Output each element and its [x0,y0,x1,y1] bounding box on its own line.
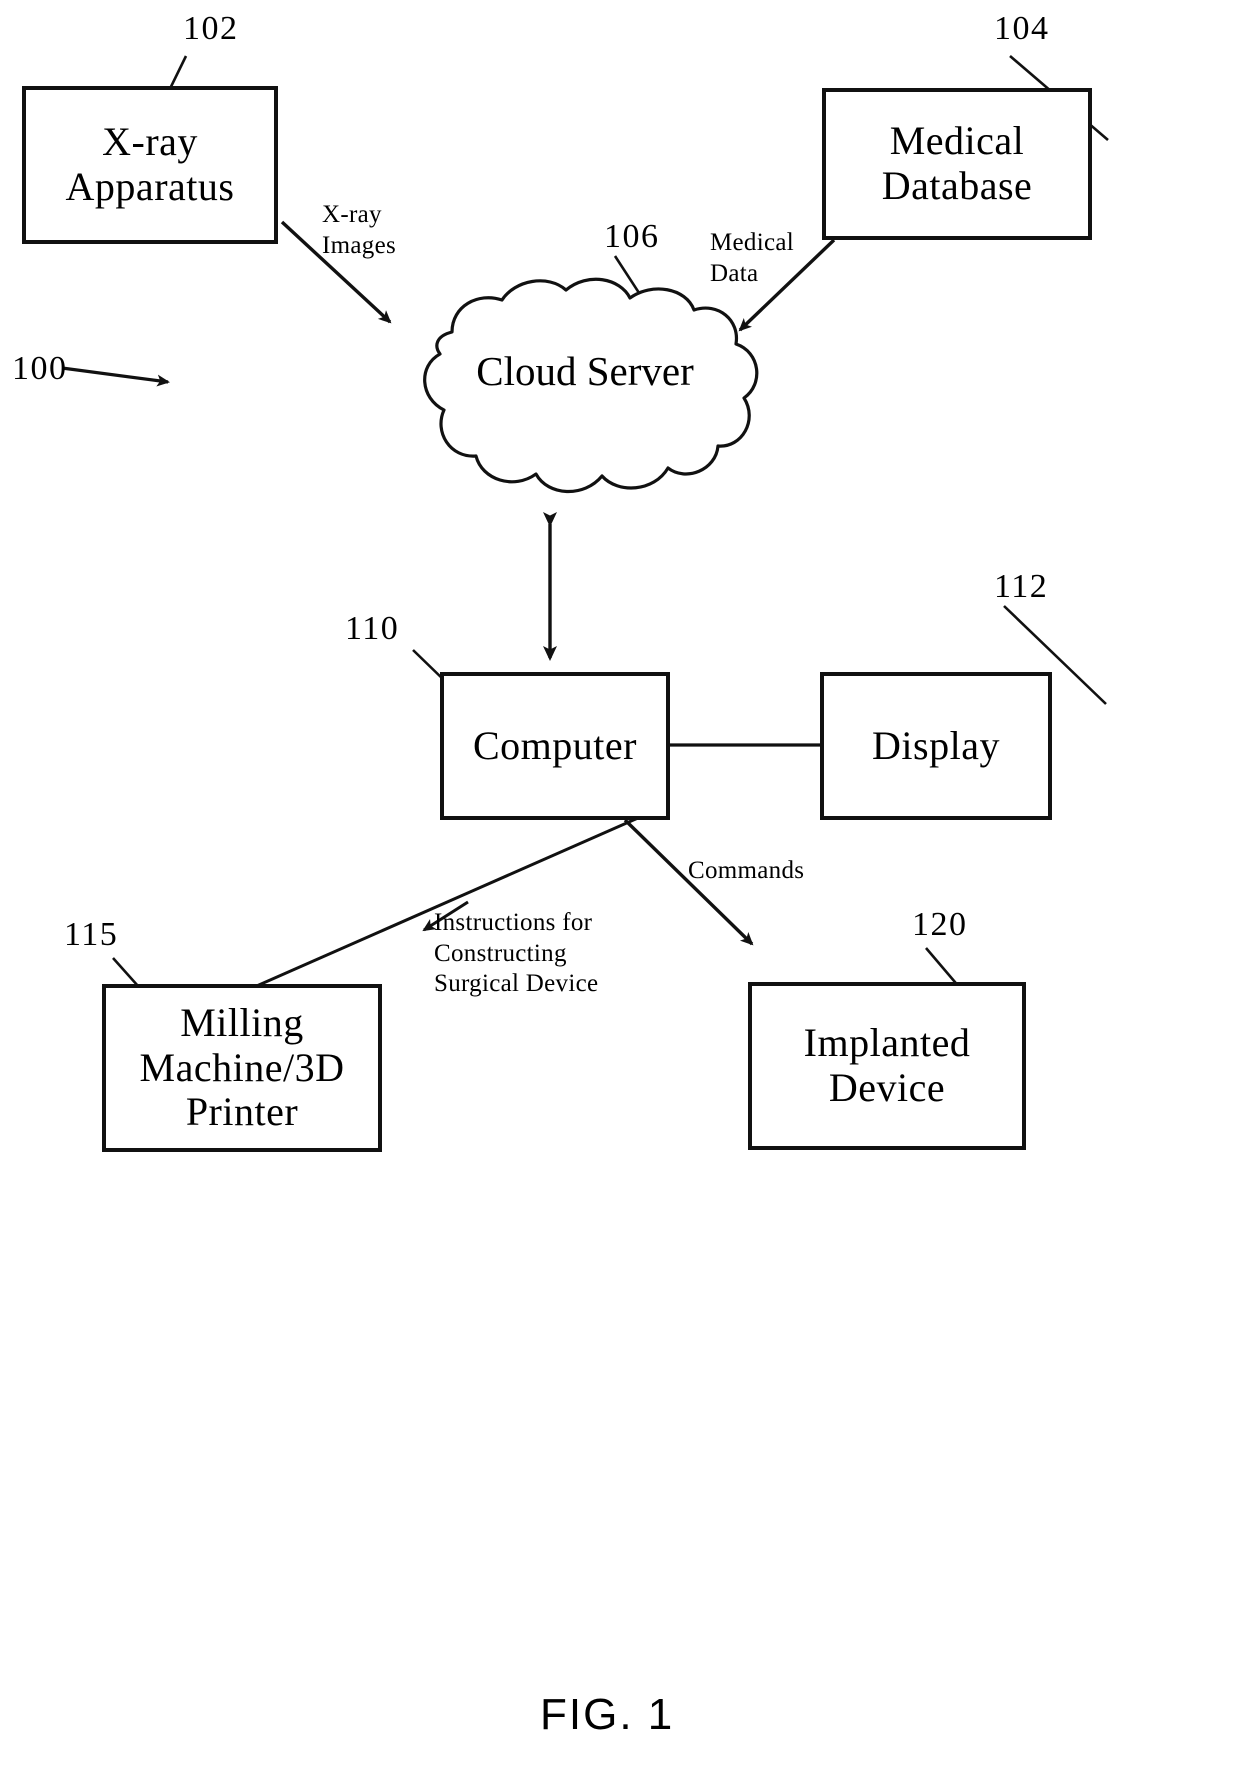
node-milling-machine[interactable]: Milling Machine/3D Printer [102,984,382,1152]
display-label: Display [872,722,1000,768]
edge-label-xray-images-line-1: X-ray [322,201,382,228]
xray-apparatus-label-line-2: Apparatus [65,164,235,209]
milling-machine-label-line-1: Milling [180,999,304,1045]
cloud-server-label-line-2: Server [586,348,694,394]
medical-database-label-line-1: Medical [889,118,1025,164]
edge-label-instructions-line-3: Surgical Device [434,970,599,997]
implanted-device-label-line-1: Implanted [803,1020,971,1066]
cloud-server-label: Cloud Server [440,348,730,396]
ref-num-115: 115 [64,916,119,953]
edge-label-instructions-line-1: Instructions for [434,909,593,936]
milling-machine-label-line-3: Printer [185,1089,299,1135]
figure-caption: FIG. 1 [540,1690,675,1739]
edge-label-commands-line-1: Commands [688,857,805,884]
ref-num-102: 102 [183,10,239,47]
node-implanted-device[interactable]: Implanted Device [748,982,1026,1150]
edge-label-xray-images: X-ray Images [322,200,396,261]
node-medical-database[interactable]: Medical Database [822,88,1092,240]
cloud-server-shape [423,277,759,494]
implanted-device-label-line-2: Device [828,1065,946,1110]
ref-num-120: 120 [912,906,968,943]
ref-num-104: 104 [994,10,1050,47]
edge-label-instructions-line-2: Constructing [434,939,567,967]
edge-label-medical-data-line-2: Data [710,259,759,287]
cloud-server-label-line-1: Cloud [476,348,577,394]
milling-machine-label-line-2: Machine/3D [139,1044,345,1090]
node-computer[interactable]: Computer [440,672,670,820]
ref-num-106: 106 [604,218,660,255]
medical-database-label-line-2: Database [881,163,1033,208]
edge-label-instructions: Instructions for Constructing Surgical D… [434,908,598,1000]
node-display[interactable]: Display [820,672,1052,820]
ref-num-112: 112 [994,568,1049,605]
edge-label-medical-data: Medical Data [710,228,794,289]
edge-label-xray-images-line-2: Images [322,231,396,259]
edge-label-commands: Commands [688,856,804,887]
ref-num-110: 110 [345,610,400,647]
computer-label: Computer [473,722,637,768]
edge-label-medical-data-line-1: Medical [710,229,795,256]
patent-figure-1: X-ray Apparatus Medical Database Cloud S… [0,0,1240,1790]
ref-num-100: 100 [12,350,68,387]
xray-apparatus-label-line-1: X-ray [102,119,198,165]
node-xray-apparatus[interactable]: X-ray Apparatus [22,86,278,244]
